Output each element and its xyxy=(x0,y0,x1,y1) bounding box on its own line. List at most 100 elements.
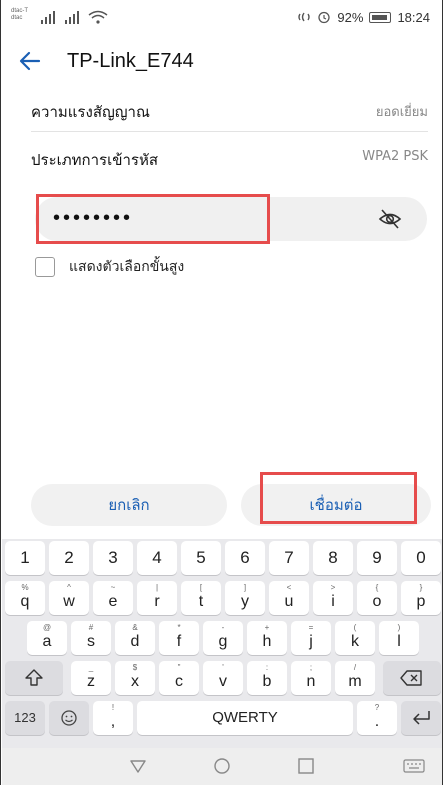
key-h[interactable]: + h xyxy=(247,621,287,655)
enter-key[interactable] xyxy=(401,701,441,735)
key-hint: ~ xyxy=(110,583,116,592)
nav-home-icon[interactable] xyxy=(212,756,232,776)
shift-icon xyxy=(25,669,43,686)
key-j[interactable]: = j xyxy=(291,621,331,655)
key-hint: _ xyxy=(88,663,94,672)
key-label: n xyxy=(306,673,316,690)
key-z[interactable]: _ z xyxy=(71,661,111,695)
key-label: x xyxy=(131,673,139,690)
key-s[interactable]: # s xyxy=(71,621,111,655)
password-field[interactable]: •••••••• xyxy=(35,197,427,241)
key-7[interactable]: 7 xyxy=(269,541,309,575)
nfc-icon xyxy=(298,12,311,22)
key-v[interactable]: ' v xyxy=(203,661,243,695)
key-hint: ] xyxy=(243,583,247,592)
shift-key[interactable] xyxy=(5,661,63,695)
key-label: i xyxy=(331,593,335,610)
space-key[interactable]: QWERTY xyxy=(137,701,353,735)
key-label: b xyxy=(262,673,272,690)
keyboard-number-row: 1 2 3 4 5 6 7 8 9 0 xyxy=(2,541,442,581)
advanced-options: แสดงตัวเลือกขั้นสูง xyxy=(35,256,184,278)
key-hint: ' xyxy=(222,663,224,672)
key-label: r xyxy=(154,593,160,610)
symbols-key[interactable]: 123 xyxy=(5,701,45,735)
key-y[interactable]: ] y xyxy=(225,581,265,615)
connect-button[interactable]: เชื่อมต่อ xyxy=(241,484,431,526)
arrow-left-icon[interactable] xyxy=(17,48,43,74)
eye-hidden-icon[interactable] xyxy=(377,207,403,231)
key-label: l xyxy=(397,633,401,650)
key-9[interactable]: 9 xyxy=(357,541,397,575)
key-label: j xyxy=(309,633,313,650)
key-a[interactable]: @ a xyxy=(27,621,67,655)
key-0[interactable]: 0 xyxy=(401,541,441,575)
keyboard-row-2: @ a # s & d * f -g + h = j (k ) l xyxy=(2,621,442,661)
key-u[interactable]: < u xyxy=(269,581,309,615)
key-t[interactable]: [t xyxy=(181,581,221,615)
navigation-bar xyxy=(2,748,442,785)
key-label: h xyxy=(262,633,272,650)
key-f[interactable]: * f xyxy=(159,621,199,655)
key-label: c xyxy=(175,673,183,690)
key-k[interactable]: (k xyxy=(335,621,375,655)
key-5[interactable]: 5 xyxy=(181,541,221,575)
app-header: TP-Link_E744 xyxy=(1,38,442,86)
key-label: v xyxy=(219,673,227,690)
phone-screen: dtac-T dtac 92% 18:24 TP-Link_E744 ความแ… xyxy=(0,0,443,785)
key-n[interactable]: ; n xyxy=(291,661,331,695)
key-8[interactable]: 8 xyxy=(313,541,353,575)
key-label: a xyxy=(42,633,52,650)
emoji-key[interactable] xyxy=(49,701,89,735)
key-hint: ( xyxy=(353,623,357,632)
battery-percent: 92% xyxy=(337,9,364,25)
encryption-type-value: WPA2 PSK xyxy=(362,149,428,164)
key-w[interactable]: ^ w xyxy=(49,581,89,615)
password-value: •••••••• xyxy=(53,207,134,229)
key-label: k xyxy=(351,633,359,650)
comma-key[interactable]: !, xyxy=(93,701,133,735)
keyboard-icon[interactable] xyxy=(402,756,426,776)
emoji-icon xyxy=(61,710,77,726)
nav-back-icon[interactable] xyxy=(128,756,148,776)
advanced-options-label: แสดงตัวเลือกขั้นสูง xyxy=(69,259,185,275)
key-m[interactable]: / m xyxy=(335,661,375,695)
key-hint: / xyxy=(353,663,357,672)
key-x[interactable]: $ x xyxy=(115,661,155,695)
key-hint: ! xyxy=(111,703,115,712)
period-key[interactable]: ?. xyxy=(357,701,397,735)
key-hint: [ xyxy=(199,583,203,592)
key-1[interactable]: 1 xyxy=(5,541,45,575)
key-label: m xyxy=(348,673,362,690)
key-3[interactable]: 3 xyxy=(93,541,133,575)
key-o[interactable]: {o xyxy=(357,581,397,615)
key-6[interactable]: 6 xyxy=(225,541,265,575)
key-hint: < xyxy=(286,583,292,592)
cancel-button[interactable]: ยกเลิก xyxy=(31,484,227,526)
key-4[interactable]: 4 xyxy=(137,541,177,575)
key-label: p xyxy=(416,593,426,610)
key-2[interactable]: 2 xyxy=(49,541,89,575)
key-p[interactable]: } p xyxy=(401,581,441,615)
key-c[interactable]: " c xyxy=(159,661,199,695)
key-e[interactable]: ~ e xyxy=(93,581,133,615)
key-hint: ) xyxy=(397,623,401,632)
advanced-options-checkbox[interactable] xyxy=(35,257,55,277)
key-hint: ; xyxy=(309,663,313,672)
key-g[interactable]: -g xyxy=(203,621,243,655)
key-label: s xyxy=(87,633,95,650)
key-i[interactable]: > i xyxy=(313,581,353,615)
key-d[interactable]: & d xyxy=(115,621,155,655)
key-l[interactable]: ) l xyxy=(379,621,419,655)
divider xyxy=(31,131,428,132)
key-hint: ? xyxy=(374,703,380,712)
key-b[interactable]: :b xyxy=(247,661,287,695)
backspace-key[interactable] xyxy=(383,661,441,695)
page-title: TP-Link_E744 xyxy=(67,50,194,72)
key-hint: { xyxy=(375,583,379,592)
signal-strength-label: ความแรงสัญญาณ xyxy=(31,103,150,121)
key-r[interactable]: | r xyxy=(137,581,177,615)
key-q[interactable]: % q xyxy=(5,581,45,615)
nav-recents-icon[interactable] xyxy=(296,756,316,776)
status-right: 92% 18:24 xyxy=(297,9,430,25)
carrier-line-2: dtac xyxy=(11,15,23,21)
